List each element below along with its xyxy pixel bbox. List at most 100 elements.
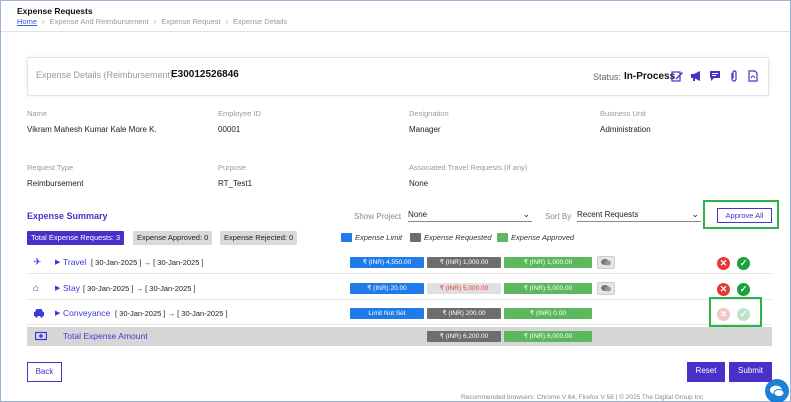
expense-id: E30012526846: [171, 69, 239, 80]
sort-by-label: Sort By: [545, 212, 572, 221]
show-project-select[interactable]: None ⌄: [408, 209, 532, 222]
total-requests-pill[interactable]: Total Expense Requests: 3: [27, 231, 125, 245]
breadcrumb-home[interactable]: Home: [17, 17, 37, 26]
breadcrumb-separator-icon: ›: [42, 17, 45, 26]
main-panel: Expense Details (Reimbursement): E300125…: [17, 40, 782, 392]
designation-label: Designation: [409, 109, 449, 118]
legend-swatch-limit: [341, 233, 352, 242]
legend-swatch-requested: [410, 233, 421, 242]
attachment-icon[interactable]: [728, 70, 740, 82]
legend-limit: Expense Limit: [341, 233, 402, 242]
expense-type-name[interactable]: Stay: [63, 283, 80, 293]
breadcrumb-separator-icon: ›: [225, 17, 228, 26]
approve-icon[interactable]: ✓: [737, 257, 750, 270]
designation-value: Manager: [409, 125, 441, 134]
approve-icon[interactable]: ✓: [737, 283, 750, 296]
total-expense-label: Total Expense Amount: [63, 331, 148, 341]
purpose-value: RT_Test1: [218, 179, 253, 188]
chevron-down-icon: ⌄: [691, 209, 699, 219]
business-unit-value: Administration: [600, 125, 651, 134]
breadcrumb-expense-reimbursement[interactable]: Expense And Reimbursement: [50, 17, 149, 26]
name-value: Vikram Mahesh Kumar Kale More K.: [27, 125, 157, 134]
employee-id-label: Employee ID: [218, 109, 261, 118]
reject-icon[interactable]: ✕: [717, 283, 730, 296]
breadcrumb-expense-request[interactable]: Expense Request: [161, 17, 220, 26]
chat-support-button[interactable]: [765, 379, 789, 402]
limit-amount: Limit Not Set: [350, 308, 424, 319]
expense-dates: [ 30-Jan-2025 ] → [ 30-Jan-2025 ]: [115, 309, 228, 318]
legend-requested: Expense Requested: [410, 233, 492, 242]
employee-id-value: 00001: [218, 125, 241, 134]
megaphone-icon[interactable]: [690, 70, 702, 82]
status-label: Status:: [593, 72, 622, 82]
back-button[interactable]: Back: [27, 362, 62, 382]
legend-approved: Expense Approved: [497, 233, 574, 242]
breadcrumb-separator-icon: ›: [153, 17, 157, 26]
pdf-icon[interactable]: [747, 70, 759, 82]
request-type-field: Request Type Reimbursement: [27, 163, 83, 188]
approve-all-button[interactable]: Approve All: [717, 208, 772, 223]
show-project-value: None: [408, 210, 428, 219]
reject-icon[interactable]: ✕: [717, 257, 730, 270]
expense-dates: [ 30-Jan-2025 ] → [ 30-Jan-2025 ]: [91, 258, 204, 267]
legend-requested-label: Expense Requested: [424, 233, 492, 242]
approved-amount: ₹ (INR) 0.00: [504, 308, 592, 319]
expense-details-label: Expense Details (Reimbursement):: [36, 70, 176, 80]
expense-type-name[interactable]: Travel: [63, 257, 86, 267]
purpose-field: Purpose RT_Test1: [218, 163, 252, 188]
expand-arrow-icon[interactable]: ▶: [55, 284, 60, 292]
breadcrumb-expense-details: Expense Details: [232, 17, 288, 26]
top-bar: Expense Requests Home › Expense And Reim…: [1, 1, 790, 32]
legend-swatch-approved: [497, 233, 508, 242]
business-unit-field: Business Unit Administration: [600, 109, 651, 134]
comment-icon[interactable]: [597, 282, 615, 295]
airplane-icon: ✈: [33, 257, 42, 268]
car-icon: [33, 308, 45, 321]
total-expense-row: Total Expense Amount ₹ (INR) 6,200.00 ₹ …: [27, 327, 772, 346]
sort-by-value: Recent Requests: [577, 210, 639, 219]
reject-icon-disabled: ✕: [717, 308, 730, 321]
expense-details-card: Expense Details (Reimbursement): E300125…: [27, 57, 769, 96]
expense-row-conveyance[interactable]: ▶ Conveyance [ 30-Jan-2025 ] → [ 30-Jan-…: [27, 297, 772, 327]
edit-icon[interactable]: [671, 70, 683, 82]
total-approved-amount: ₹ (INR) 6,000.00: [504, 331, 592, 342]
expense-row-travel[interactable]: ✈ ▶ Travel [ 30-Jan-2025 ] → [ 30-Jan-20…: [27, 252, 772, 274]
name-field: Name Vikram Mahesh Kumar Kale More K.: [27, 109, 157, 134]
approve-all-highlight: Approve All: [703, 200, 779, 229]
designation-field: Designation Manager: [409, 109, 449, 134]
status-value: In-Process: [624, 71, 676, 82]
expense-row-stay[interactable]: ⌂ ▶ Stay [ 30-Jan-2025 ] → [ 30-Jan-2025…: [27, 278, 772, 300]
comment-icon[interactable]: [597, 256, 615, 269]
employee-id-field: Employee ID 00001: [218, 109, 261, 134]
expense-summary-title: Expense Summary: [27, 211, 108, 221]
rejected-pill[interactable]: Expense Rejected: 0: [220, 231, 298, 245]
reset-button[interactable]: Reset: [687, 362, 725, 382]
limit-amount: ₹ (INR) 20.00: [350, 283, 424, 294]
total-requested-amount: ₹ (INR) 6,200.00: [427, 331, 501, 342]
associated-travel-value: None: [409, 179, 429, 188]
breadcrumb: Home › Expense And Reimbursement › Expen…: [17, 17, 287, 26]
expense-type-name[interactable]: Conveyance: [63, 308, 110, 318]
money-icon: [34, 331, 48, 343]
comment-icon[interactable]: [709, 70, 721, 82]
expand-arrow-icon[interactable]: ▶: [55, 309, 60, 317]
sort-by-select[interactable]: Recent Requests ⌄: [577, 209, 701, 222]
requested-amount: ₹ (INR) 200.00: [427, 308, 501, 319]
request-type-value: Reimbursement: [27, 179, 84, 188]
expand-arrow-icon[interactable]: ▶: [55, 258, 60, 266]
purpose-label: Purpose: [218, 163, 246, 172]
approved-pill[interactable]: Expense Approved: 0: [133, 231, 213, 245]
requested-amount: ₹ (INR) 1,000.00: [427, 257, 501, 268]
request-type-label: Request Type: [27, 163, 74, 172]
legend-limit-label: Expense Limit: [355, 233, 403, 242]
approved-amount: ₹ (INR) 5,000.00: [504, 283, 592, 294]
associated-travel-label: Associated Travel Requests (If any): [409, 163, 528, 172]
home-icon: ⌂: [33, 283, 40, 294]
page-title: Expense Requests: [17, 6, 93, 16]
show-project-label: Show Project: [354, 212, 402, 221]
associated-travel-field: Associated Travel Requests (If any) None: [409, 163, 527, 188]
footer-text: Recommended browsers: Chrome V 64, Firef…: [461, 394, 704, 401]
expense-dates: [ 30-Jan-2025 ] → [ 30-Jan-2025 ]: [83, 284, 196, 293]
legend-approved-label: Expense Approved: [511, 233, 575, 242]
requested-amount-over-limit: ₹ (INR) 5,000.00: [427, 283, 501, 294]
